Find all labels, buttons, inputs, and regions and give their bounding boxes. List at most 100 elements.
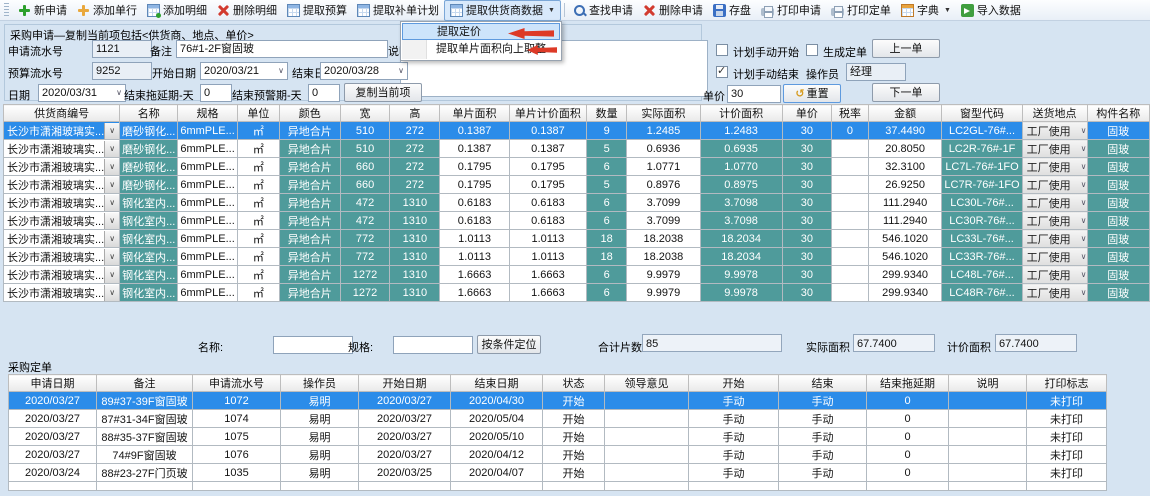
cell[interactable]: 111.2940 [868,212,942,230]
cell[interactable]: 固玻 [1087,248,1149,266]
cell[interactable]: 3.7098 [700,194,782,212]
toolbar-grip-handle[interactable] [4,3,9,17]
cell[interactable]: 6 [586,212,626,230]
cell[interactable]: 固玻 [1087,158,1149,176]
column-header[interactable]: 开始 [689,375,779,392]
menu-item[interactable]: 提取定价 [402,23,560,40]
cell[interactable]: 1272 [340,284,390,302]
supplier-dropdown-icon[interactable]: ∨ [104,267,119,283]
cell[interactable]: 9.9978 [700,284,782,302]
cell[interactable]: 1.0113 [509,248,586,266]
cell[interactable]: 6 [586,194,626,212]
cell[interactable]: 手动 [689,446,779,464]
toolbar-button[interactable]: 打印申请 [756,1,826,20]
budget-input[interactable]: 9252 [92,62,152,80]
column-header[interactable]: 金额 [868,105,942,122]
cell[interactable]: 开始 [543,410,605,428]
cell[interactable]: ㎡ [237,266,279,284]
cell[interactable]: 2020/04/07 [451,464,543,482]
chevron-down-icon[interactable]: ∨ [398,63,404,79]
cell[interactable]: 手动 [689,428,779,446]
cell[interactable]: 异地合片 [279,248,340,266]
cell[interactable]: 111.2940 [868,194,942,212]
cell[interactable]: 2020/05/04 [451,410,543,428]
cell[interactable]: 异地合片 [279,266,340,284]
cell[interactable]: 18.2038 [627,230,700,248]
cell[interactable]: 2020/03/27 [9,428,97,446]
cell[interactable]: 钢化室内... [120,212,178,230]
cell[interactable]: 2020/03/27 [9,446,97,464]
cell[interactable]: 272 [390,176,440,194]
cell[interactable]: 6 [586,158,626,176]
chevron-down-icon[interactable]: ∨ [1081,198,1087,207]
cell[interactable]: ㎡ [237,230,279,248]
cell[interactable]: 1.0771 [627,158,700,176]
column-header[interactable]: 数量 [586,105,626,122]
cell[interactable]: 546.1020 [868,248,942,266]
cell[interactable]: 2020/03/27 [359,392,451,410]
cell[interactable]: 772 [340,248,390,266]
toolbar-button[interactable]: 新申请 [13,1,72,20]
cell[interactable]: 18 [586,230,626,248]
supplier-cell[interactable]: 长沙市潇湘玻璃实...∨ [4,212,120,230]
cell[interactable]: 0.1387 [440,140,510,158]
cell[interactable]: 0.1795 [509,176,586,194]
table-row[interactable]: 长沙市潇湘玻璃实...∨钢化室内...6mmPLE...㎡异地合片4721310… [4,194,1150,212]
supplier-dropdown-icon[interactable]: ∨ [104,213,119,229]
cell[interactable]: 6mmPLE... [178,140,237,158]
cell[interactable]: 6mmPLE... [178,122,237,140]
cell[interactable]: 510 [340,122,390,140]
cell[interactable]: 87#31-34F窗固玻 [97,410,193,428]
cell[interactable]: 1310 [390,230,440,248]
chevron-down-icon[interactable]: ∨ [1081,252,1087,261]
cell[interactable] [605,428,689,446]
column-header[interactable]: 名称 [120,105,178,122]
cell[interactable]: 异地合片 [279,140,340,158]
column-header[interactable]: 申请流水号 [193,375,281,392]
cell[interactable]: LC7L-76#-1FO [942,158,1022,176]
cell[interactable]: 固玻 [1087,230,1149,248]
cell[interactable]: 0.6183 [440,194,510,212]
column-header[interactable]: 送货地点 [1022,105,1087,122]
delivery-place-cell[interactable]: 工厂使用∨ [1022,140,1087,158]
supplier-dropdown-icon[interactable]: ∨ [104,195,119,211]
dropdown-caret-icon[interactable]: ▼ [944,7,951,14]
cell[interactable] [832,266,869,284]
cell[interactable]: 手动 [689,464,779,482]
cell[interactable]: 0.6183 [440,212,510,230]
delivery-place-cell[interactable]: 工厂使用∨ [1022,194,1087,212]
delivery-place-cell[interactable]: 工厂使用∨ [1022,248,1087,266]
cell[interactable] [832,140,869,158]
cell[interactable]: 9 [586,122,626,140]
locate-spec-input[interactable] [393,336,473,354]
cell[interactable]: 772 [340,230,390,248]
cell[interactable] [832,194,869,212]
cell[interactable] [605,446,689,464]
cell[interactable]: 0 [867,410,949,428]
cell[interactable]: 546.1020 [868,230,942,248]
plan-manual-end-checkbox[interactable] [716,66,728,78]
cell[interactable]: 2020/03/27 [359,428,451,446]
cell[interactable] [949,428,1027,446]
chevron-down-icon[interactable]: ∨ [116,85,122,101]
cell[interactable]: 30 [782,230,831,248]
cell[interactable]: 3.7098 [700,212,782,230]
supplier-dropdown-icon[interactable]: ∨ [104,141,119,157]
cell[interactable]: ㎡ [237,176,279,194]
supplier-dropdown-icon[interactable]: ∨ [104,177,119,193]
chevron-down-icon[interactable]: ∨ [1081,162,1087,171]
cell[interactable]: 开始 [543,392,605,410]
cell[interactable]: 5 [586,140,626,158]
toolbar-button[interactable]: 字典▼ [896,1,956,20]
cell[interactable]: 1.2485 [627,122,700,140]
cell[interactable]: LC2R-76#-1F [942,140,1022,158]
cell[interactable]: 272 [390,122,440,140]
cell[interactable]: LC33R-76#... [942,248,1022,266]
cell[interactable]: 2020/04/12 [451,446,543,464]
cell[interactable]: 18.2038 [627,248,700,266]
delivery-place-cell[interactable]: 工厂使用∨ [1022,212,1087,230]
chevron-down-icon[interactable]: ∨ [278,63,284,79]
cell[interactable]: 固玻 [1087,176,1149,194]
cell[interactable]: 手动 [779,392,867,410]
cell[interactable]: 1310 [390,194,440,212]
